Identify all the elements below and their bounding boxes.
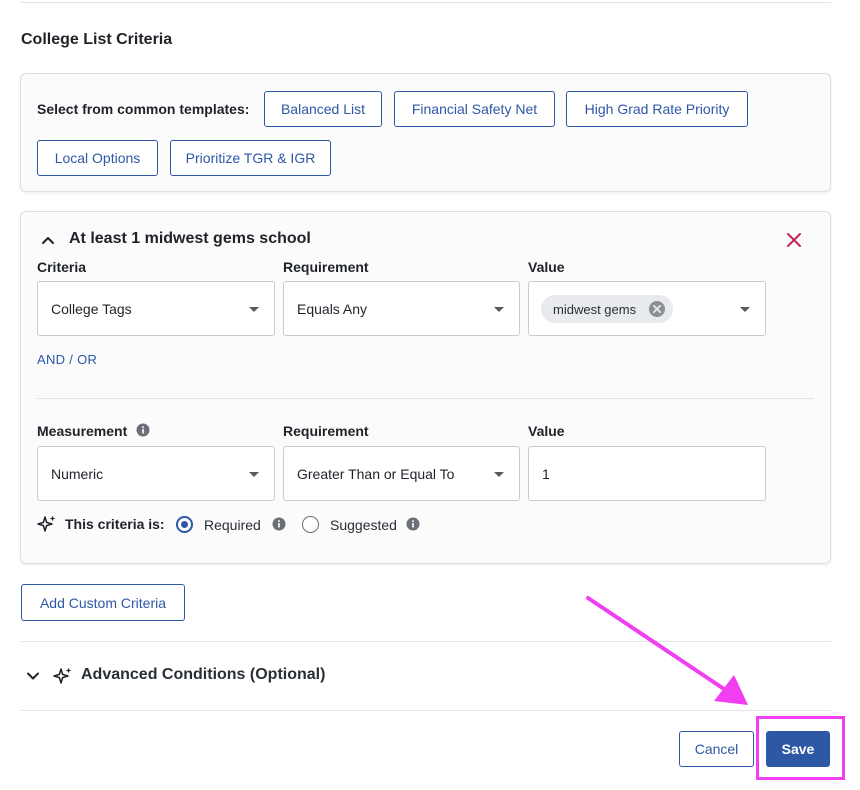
sparkle-icon: [53, 667, 72, 684]
cancel-button[interactable]: Cancel: [679, 731, 754, 767]
info-icon[interactable]: [136, 423, 150, 437]
criteria-is-label: This criteria is:: [65, 516, 165, 532]
criteria-label: Criteria: [37, 259, 87, 275]
and-or-toggle[interactable]: AND / OR: [37, 352, 97, 367]
template-high-grad-rate-button[interactable]: High Grad Rate Priority: [566, 91, 748, 127]
suggested-radio-label[interactable]: Suggested: [330, 517, 397, 533]
value-chip-label: midwest gems: [553, 301, 637, 317]
measurement-select[interactable]: Numeric: [37, 446, 275, 501]
caret-down-icon: [249, 307, 259, 312]
requirement-label: Requirement: [283, 259, 369, 275]
criteria-group-heading: At least 1 midwest gems school: [69, 230, 311, 247]
criteria-divider: [37, 398, 814, 399]
caret-down-icon: [249, 472, 259, 477]
measurement-label: Measurement: [37, 423, 128, 439]
footer-divider: [20, 710, 831, 711]
save-highlight-box: [756, 716, 845, 780]
requirement-select[interactable]: Equals Any: [283, 281, 520, 336]
criteria-select-value: College Tags: [51, 300, 132, 317]
advanced-conditions-toggle[interactable]: Advanced Conditions (Optional): [81, 666, 325, 684]
measurement-select-value: Numeric: [51, 465, 104, 482]
required-radio-label[interactable]: Required: [204, 517, 261, 533]
top-divider: [20, 2, 831, 3]
remove-chip-icon[interactable]: [648, 300, 666, 318]
criteria-group-card: [20, 211, 831, 564]
caret-down-icon: [494, 307, 504, 312]
chevron-down-icon[interactable]: [25, 668, 41, 684]
caret-down-icon: [740, 307, 750, 312]
template-local-options-button[interactable]: Local Options: [37, 140, 158, 176]
annotation-arrow-icon: [586, 596, 748, 705]
requirement-select-2[interactable]: Greater Than or Equal To: [283, 446, 520, 501]
template-financial-safety-net-button[interactable]: Financial Safety Net: [394, 91, 555, 127]
templates-label: Select from common templates:: [37, 101, 250, 117]
sparkle-icon: [37, 515, 56, 532]
suggested-radio[interactable]: [302, 516, 319, 533]
value-input-text: 1: [542, 465, 550, 482]
section-title: College List Criteria: [21, 31, 173, 48]
template-balanced-list-button[interactable]: Balanced List: [264, 91, 382, 127]
template-prioritize-tgr-igr-button[interactable]: Prioritize TGR & IGR: [170, 140, 331, 176]
add-custom-criteria-button[interactable]: Add Custom Criteria: [21, 584, 185, 621]
value-label-2: Value: [528, 423, 565, 439]
requirement-label-2: Requirement: [283, 423, 369, 439]
value-input[interactable]: 1: [528, 446, 766, 501]
chevron-up-icon[interactable]: [40, 232, 56, 248]
required-radio[interactable]: [176, 516, 193, 533]
caret-down-icon: [494, 472, 504, 477]
info-icon[interactable]: [272, 517, 286, 531]
requirement-select-2-value: Greater Than or Equal To: [297, 465, 455, 482]
info-icon[interactable]: [406, 517, 420, 531]
value-label: Value: [528, 259, 565, 275]
requirement-select-value: Equals Any: [297, 300, 368, 317]
remove-criteria-icon[interactable]: [785, 231, 803, 249]
criteria-select[interactable]: College Tags: [37, 281, 275, 336]
